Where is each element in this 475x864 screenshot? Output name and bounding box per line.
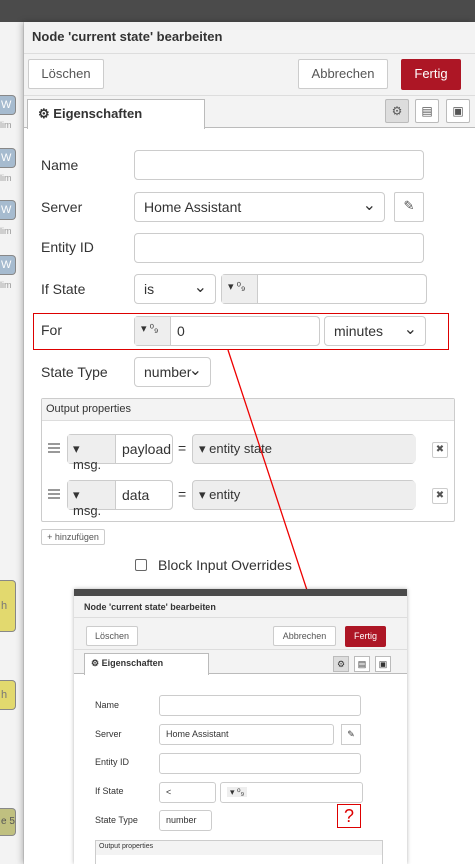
- inset-output-heading: Output properties: [96, 841, 382, 855]
- inset-type-selector: ▾ ⁰₉: [227, 787, 248, 797]
- inset-cancel-button[interactable]: Abbrechen: [273, 626, 336, 646]
- inset-name-label: Name: [95, 700, 120, 710]
- inset-tab-properties[interactable]: ⚙ Eigenschaften: [84, 653, 209, 675]
- inset-server-value: Home Assistant: [166, 729, 229, 739]
- inset-operator-select[interactable]: <: [159, 782, 216, 803]
- inset-server-select[interactable]: Home Assistant: [159, 724, 334, 745]
- inset-delete-button[interactable]: Löschen: [86, 626, 138, 646]
- inset-ifstate-label: If State: [95, 786, 124, 796]
- inset-ifstate-value[interactable]: ▾ ⁰₉: [220, 782, 363, 803]
- inset-statetype-value: number: [166, 815, 197, 825]
- inset-tab-label: Eigenschaften: [101, 658, 164, 668]
- inset-operator-value: <: [166, 787, 172, 797]
- inset-settings-icon[interactable]: ⚙: [333, 656, 349, 672]
- gear-icon: ⚙: [91, 658, 100, 668]
- inset-entity-input[interactable]: [159, 753, 361, 774]
- inset-statetype-select[interactable]: number: [159, 810, 212, 831]
- inset-appearance-icon[interactable]: ▣: [375, 656, 391, 672]
- question-mark-annotation: ?: [337, 804, 361, 828]
- inset-number-type-icon: ⁰₉: [237, 787, 245, 797]
- inset-done-button[interactable]: Fertig: [345, 626, 386, 647]
- inset-server-label: Server: [95, 729, 122, 739]
- inset-statetype-label: State Type: [95, 815, 138, 825]
- inset-entity-label: Entity ID: [95, 757, 130, 767]
- inset-title: Node 'current state' bearbeiten: [74, 596, 407, 618]
- inset-name-input[interactable]: [159, 695, 361, 716]
- inset-description-icon[interactable]: ▤: [354, 656, 370, 672]
- inset-pencil-icon[interactable]: ✎: [341, 724, 361, 745]
